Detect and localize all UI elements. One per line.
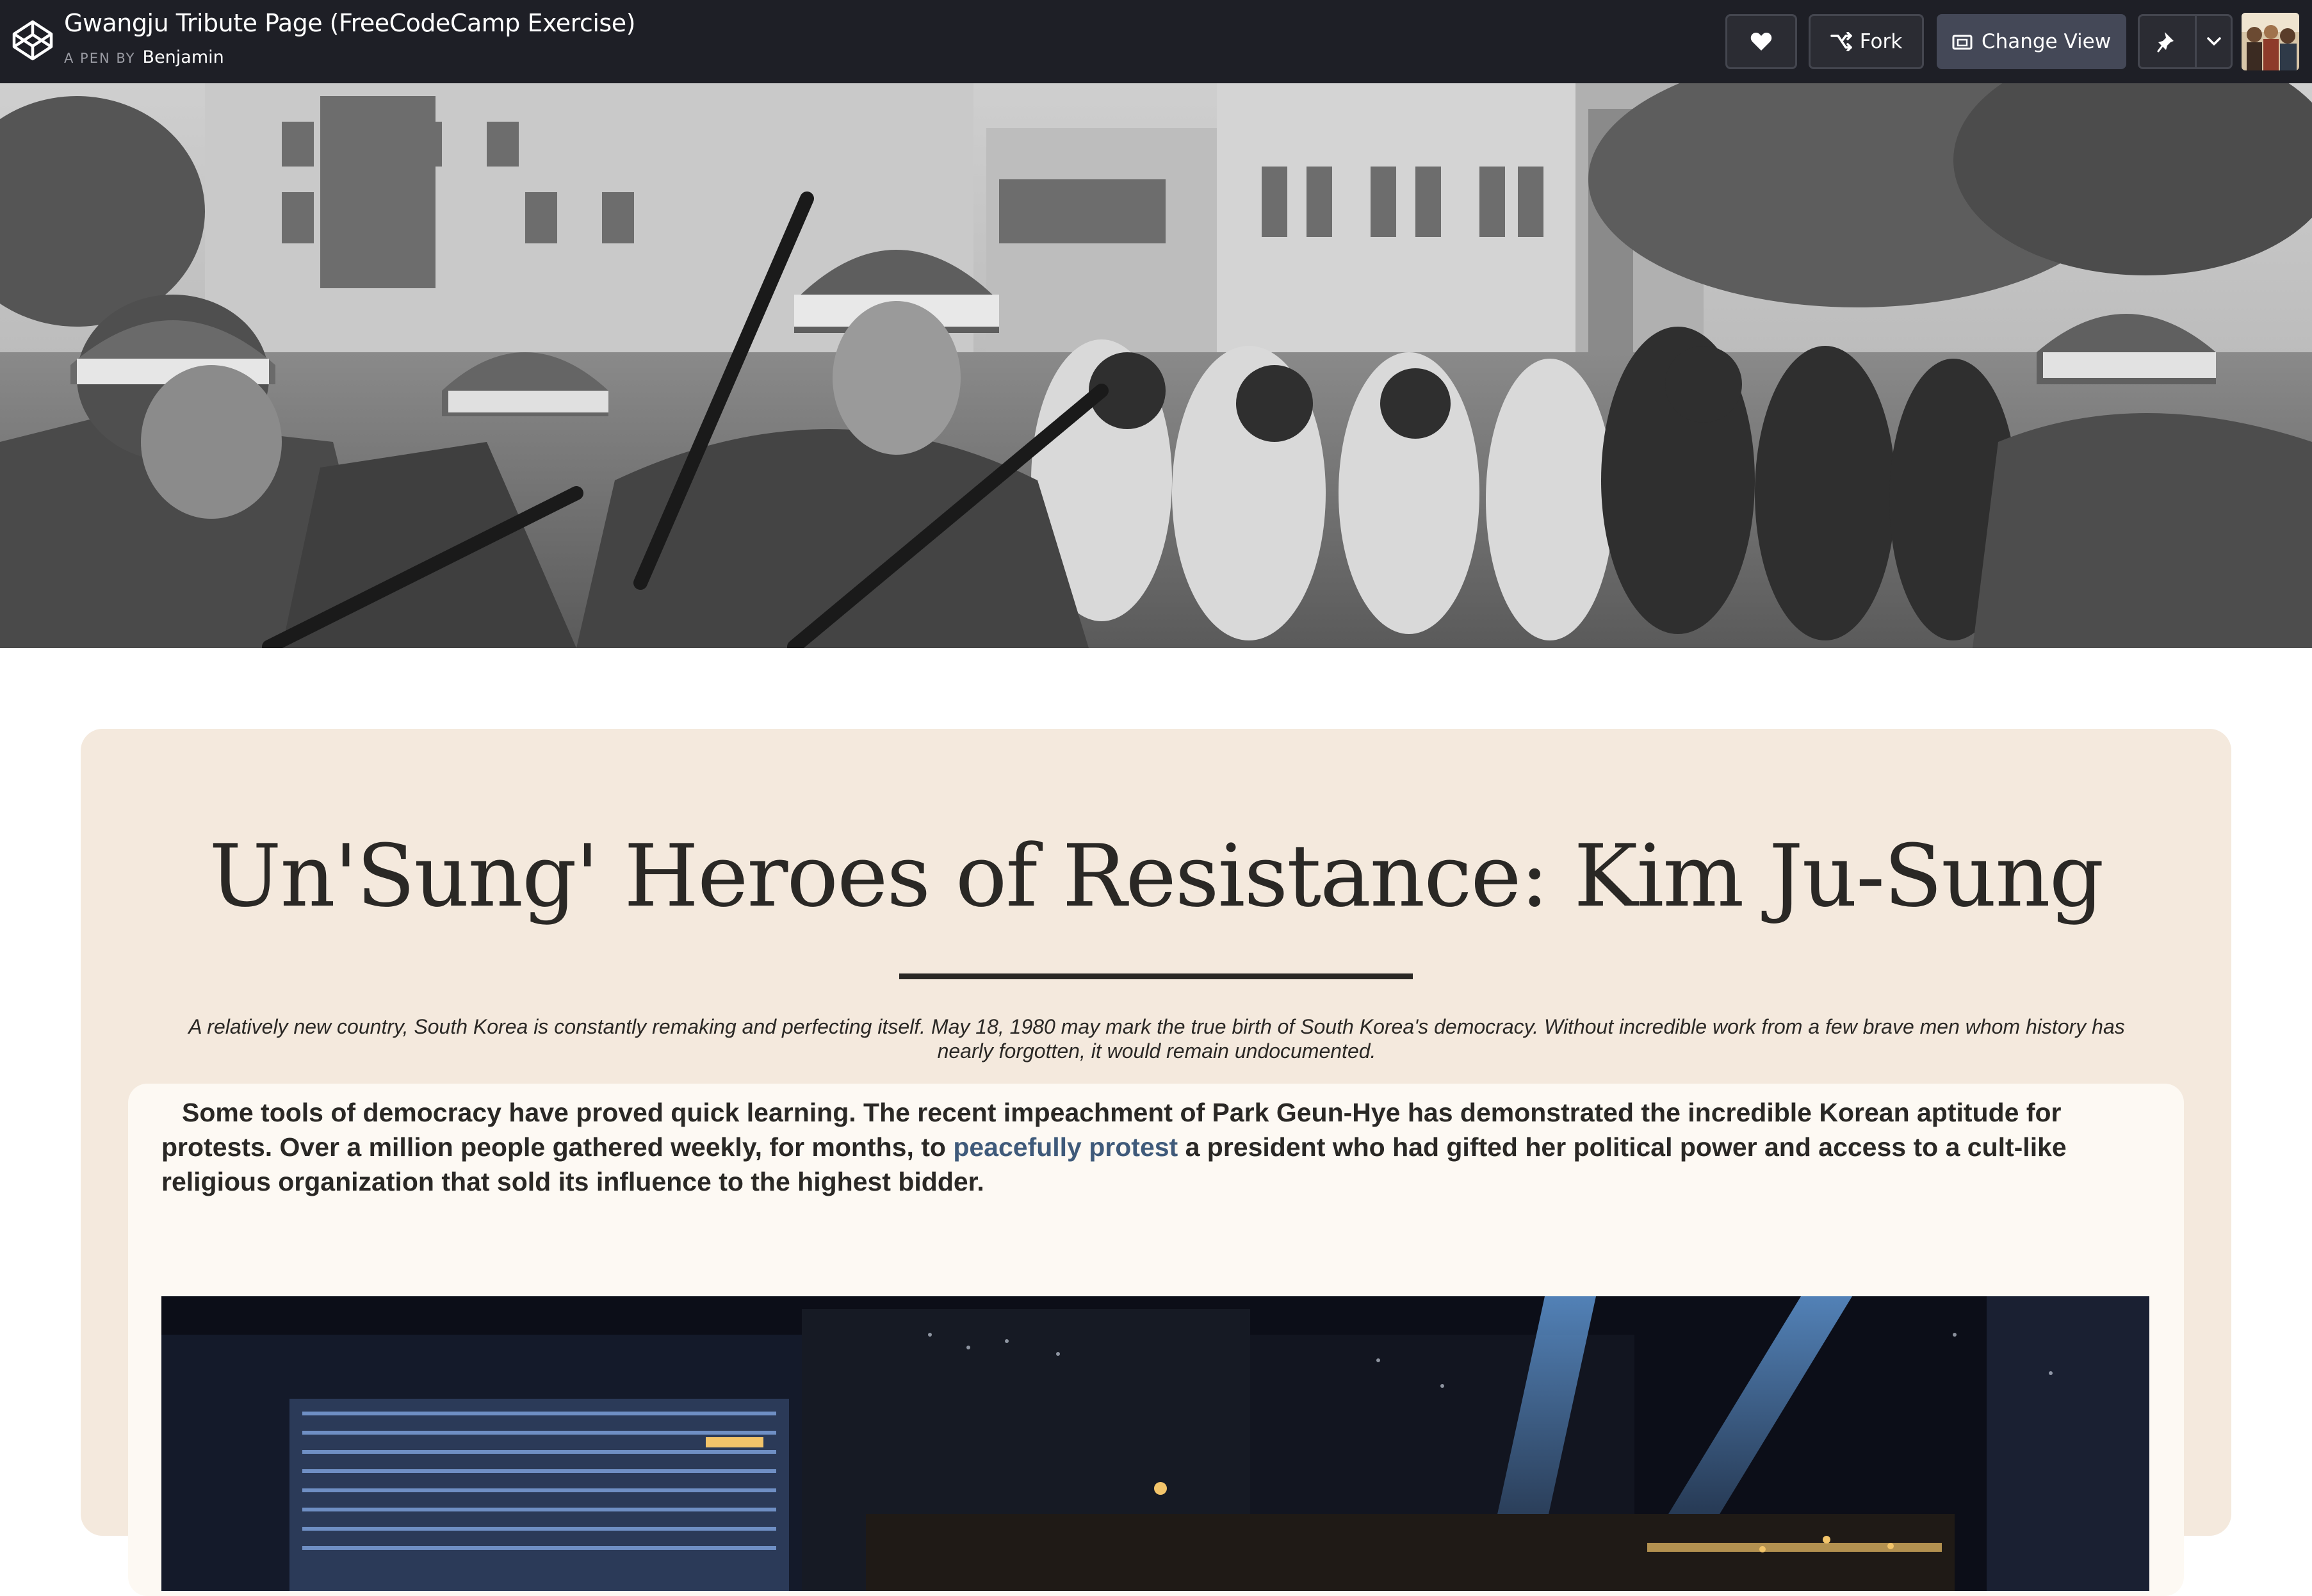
pen-author-line: A PEN BY Benjamin (64, 47, 224, 67)
pen-title: Gwangju Tribute Page (FreeCodeCamp Exerc… (64, 9, 635, 37)
user-avatar[interactable] (2242, 13, 2299, 70)
codepen-header: Gwangju Tribute Page (FreeCodeCamp Exerc… (0, 0, 2312, 83)
night-city-photo (161, 1296, 2149, 1591)
page-subtitle: A relatively new country, South Korea is… (188, 1015, 2125, 1063)
content-panel: Some tools of democracy have proved quic… (128, 1084, 2184, 1596)
pin-button[interactable] (2140, 16, 2197, 67)
fork-icon (1830, 32, 1852, 51)
fork-button-label: Fork (1859, 30, 1903, 53)
pin-menu-toggle[interactable] (2197, 16, 2231, 67)
codepen-logo-icon[interactable] (12, 19, 54, 61)
pin-icon (2157, 32, 2174, 53)
gwangju-soldiers-photo (0, 83, 2312, 648)
intro-paragraph: Some tools of democracy have proved quic… (161, 1095, 2160, 1199)
like-button[interactable] (1725, 14, 1797, 69)
fork-button[interactable]: Fork (1809, 14, 1924, 69)
candlelight-protest-photo (161, 1296, 2149, 1591)
peacefully-protest-link[interactable]: peacefully protest (953, 1132, 1178, 1162)
heart-icon (1750, 33, 1772, 51)
pen-by-label: A PEN BY (64, 51, 136, 66)
avatar-image (2242, 13, 2299, 70)
chevron-down-icon (2206, 37, 2221, 45)
hero-photo (0, 83, 2312, 648)
author-link[interactable]: Benjamin (143, 47, 224, 67)
page-title: Un'Sung' Heroes of Resistance: Kim Ju-Su… (209, 826, 2104, 926)
change-view-icon (1952, 35, 1973, 50)
tribute-card: Un'Sung' Heroes of Resistance: Kim Ju-Su… (81, 729, 2231, 1596)
title-divider (899, 973, 1413, 979)
pin-button-group (2138, 14, 2233, 69)
change-view-label: Change View (1981, 30, 2112, 53)
change-view-button[interactable]: Change View (1937, 14, 2126, 69)
